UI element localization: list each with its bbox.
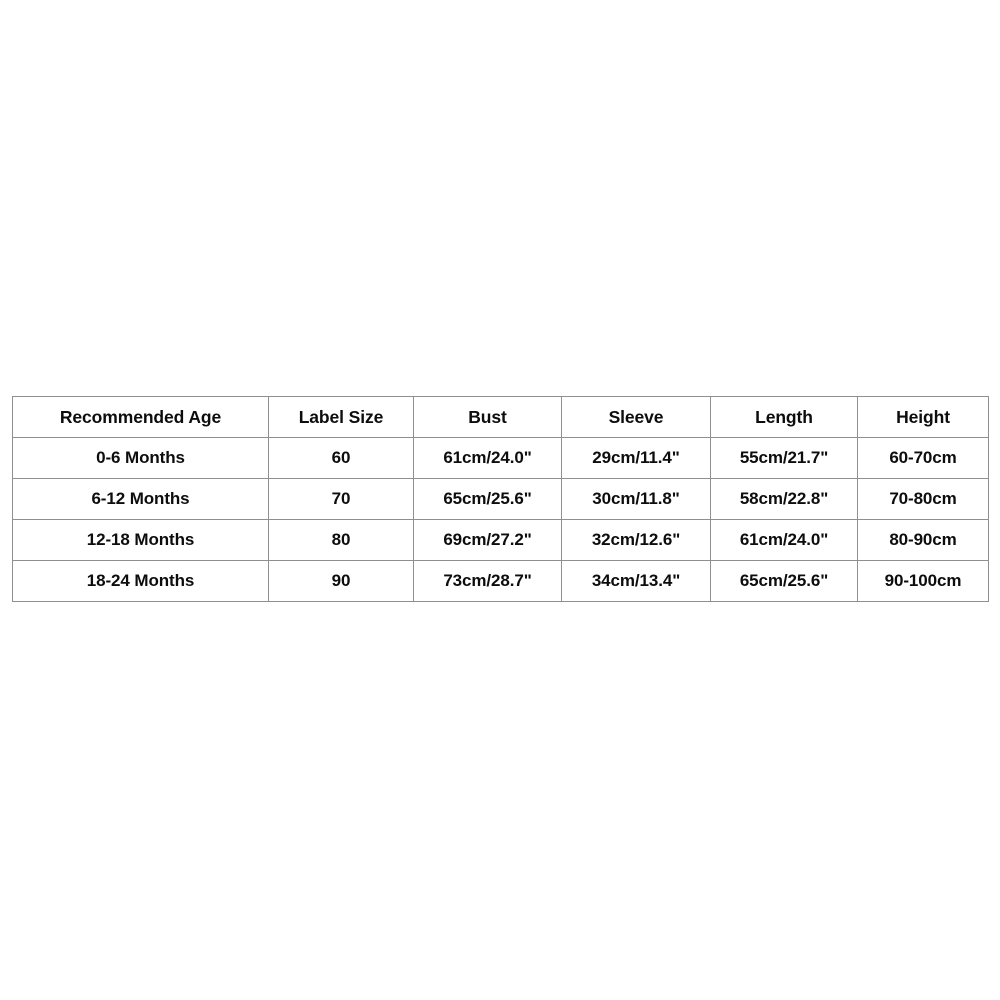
cell-label-size: 60 xyxy=(268,437,414,479)
cell-label-size: 90 xyxy=(268,560,414,602)
cell-recommended-age: 12-18 Months xyxy=(12,519,269,561)
table-header: Recommended Age Label Size Bust Sleeve L… xyxy=(12,396,989,438)
table-row: 0-6 Months 60 61cm/24.0" 29cm/11.4" 55cm… xyxy=(12,437,989,479)
table-header-row: Recommended Age Label Size Bust Sleeve L… xyxy=(12,396,989,438)
cell-height: 90-100cm xyxy=(857,560,989,602)
cell-bust: 73cm/28.7" xyxy=(413,560,562,602)
cell-bust: 61cm/24.0" xyxy=(413,437,562,479)
table-row: 18-24 Months 90 73cm/28.7" 34cm/13.4" 65… xyxy=(12,560,989,602)
cell-label-size: 70 xyxy=(268,478,414,520)
cell-length: 65cm/25.6" xyxy=(710,560,858,602)
column-header-label-size: Label Size xyxy=(268,396,414,438)
cell-length: 58cm/22.8" xyxy=(710,478,858,520)
cell-sleeve: 34cm/13.4" xyxy=(561,560,711,602)
column-header-bust: Bust xyxy=(413,396,562,438)
cell-sleeve: 30cm/11.8" xyxy=(561,478,711,520)
cell-length: 61cm/24.0" xyxy=(710,519,858,561)
cell-bust: 69cm/27.2" xyxy=(413,519,562,561)
column-header-height: Height xyxy=(857,396,989,438)
size-chart-table: Recommended Age Label Size Bust Sleeve L… xyxy=(12,396,989,602)
cell-height: 60-70cm xyxy=(857,437,989,479)
cell-bust: 65cm/25.6" xyxy=(413,478,562,520)
cell-recommended-age: 18-24 Months xyxy=(12,560,269,602)
cell-height: 70-80cm xyxy=(857,478,989,520)
cell-recommended-age: 0-6 Months xyxy=(12,437,269,479)
table-row: 6-12 Months 70 65cm/25.6" 30cm/11.8" 58c… xyxy=(12,478,989,520)
cell-sleeve: 29cm/11.4" xyxy=(561,437,711,479)
column-header-sleeve: Sleeve xyxy=(561,396,711,438)
column-header-length: Length xyxy=(710,396,858,438)
table-body: 0-6 Months 60 61cm/24.0" 29cm/11.4" 55cm… xyxy=(12,437,989,602)
cell-length: 55cm/21.7" xyxy=(710,437,858,479)
cell-height: 80-90cm xyxy=(857,519,989,561)
cell-recommended-age: 6-12 Months xyxy=(12,478,269,520)
cell-label-size: 80 xyxy=(268,519,414,561)
size-chart-container: Recommended Age Label Size Bust Sleeve L… xyxy=(12,396,989,602)
table-row: 12-18 Months 80 69cm/27.2" 32cm/12.6" 61… xyxy=(12,519,989,561)
column-header-recommended-age: Recommended Age xyxy=(12,396,269,438)
cell-sleeve: 32cm/12.6" xyxy=(561,519,711,561)
